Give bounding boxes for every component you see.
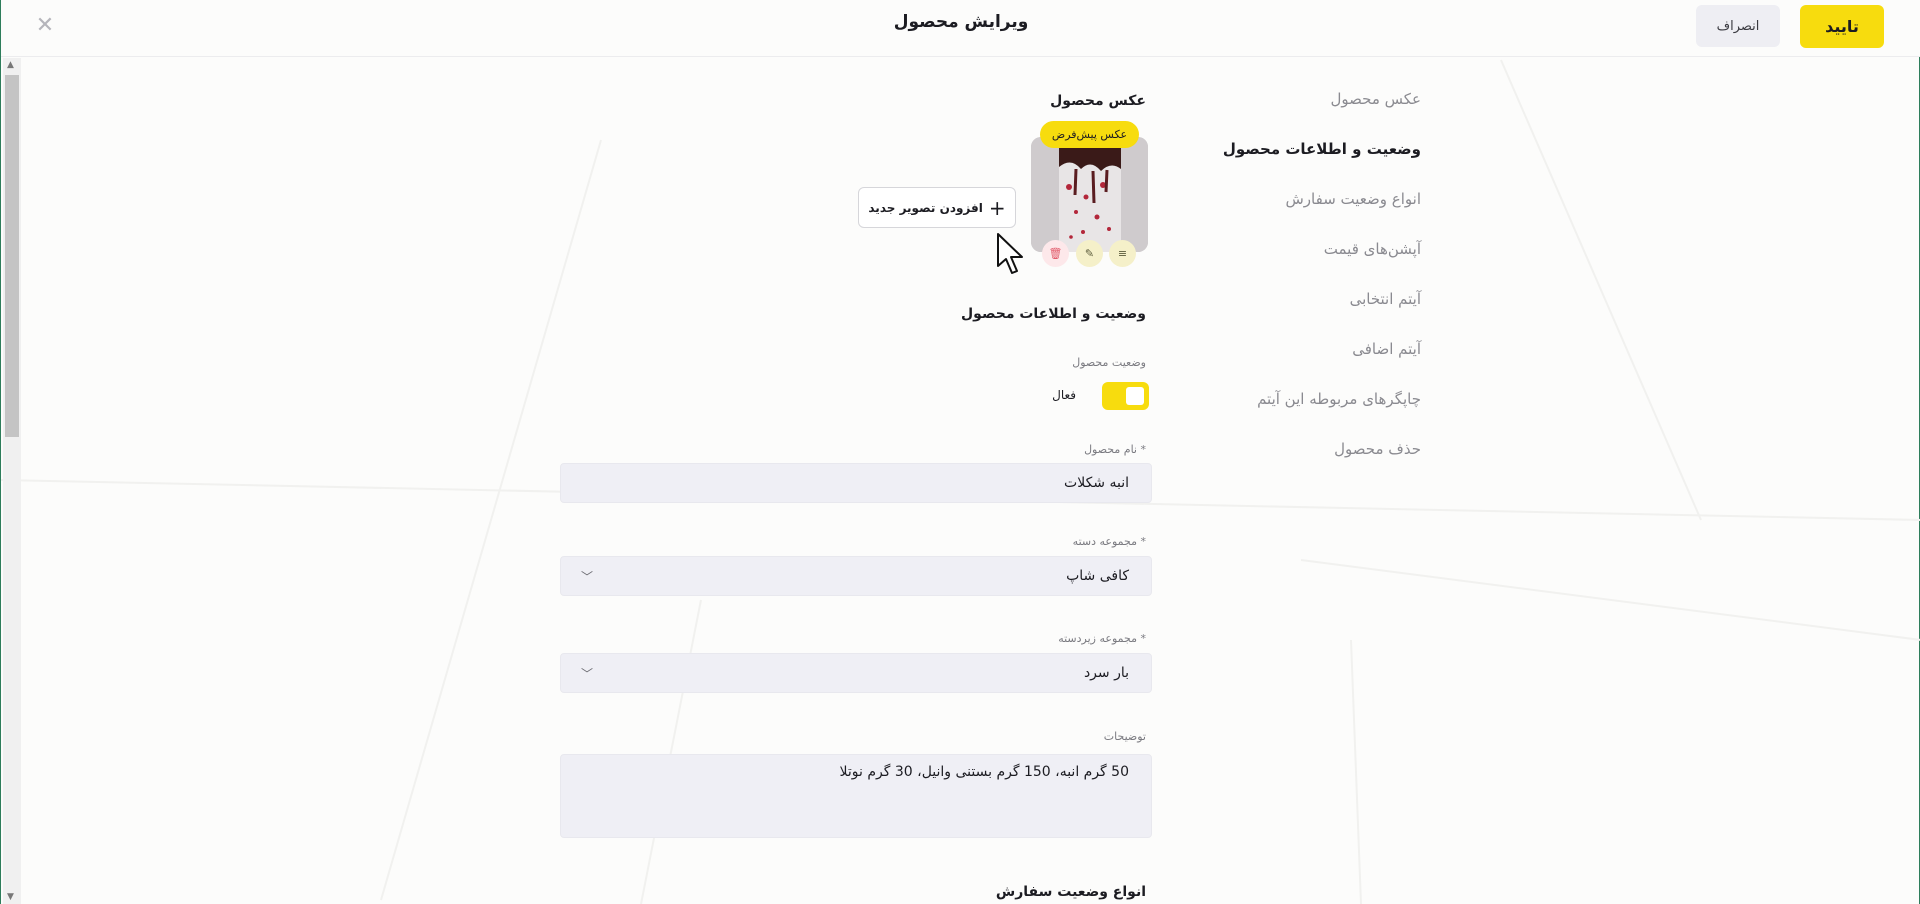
description-label: توضیحات [1103, 730, 1146, 743]
add-image-label: افزودن تصویر جدید [868, 200, 983, 215]
photo-section-title: عکس محصول [1050, 93, 1146, 109]
default-photo-badge: عکس پیش‌فرض [1040, 121, 1139, 148]
nav-item-price-options[interactable]: آپشن‌های قیمت [1191, 240, 1421, 290]
add-image-button[interactable]: + افزودن تصویر جدید [858, 187, 1016, 228]
category-value: کافی شاپ [1066, 568, 1129, 584]
status-label: وضعیت محصول [1072, 356, 1146, 369]
toggle-knob [1126, 387, 1144, 405]
chevron-down-icon: ﹀ [581, 667, 594, 681]
name-label: نام محصول * [1084, 443, 1146, 456]
chevron-down-icon: ﹀ [581, 570, 594, 584]
nav-item-printers[interactable]: چاپگرهای مربوطه این آیتم [1191, 390, 1421, 440]
description-textarea[interactable]: 50 گرم انبه، 150 گرم بستنی وانیل، 30 گرم… [560, 754, 1152, 838]
scroll-up-icon[interactable]: ▲ [7, 60, 14, 70]
status-toggle[interactable] [1102, 382, 1149, 410]
category-label: مجموعه دسته * [1072, 535, 1146, 548]
nav-item-product-photo[interactable]: عکس محصول [1191, 90, 1422, 140]
category-select[interactable]: کافی شاپ ﹀ [560, 556, 1152, 596]
nav-item-extra-item[interactable]: آیتم اضافی [1191, 340, 1421, 390]
scroll-down-icon[interactable]: ▼ [7, 892, 14, 902]
plus-icon: + [988, 195, 1006, 220]
scroll-thumb[interactable] [5, 75, 19, 437]
subcategory-select[interactable]: بار سرد ﹀ [560, 653, 1152, 693]
info-section-title: وضعیت و اطلاعات محصول [961, 306, 1146, 322]
reorder-photo-icon[interactable]: ≡ [1109, 240, 1136, 267]
page-title: ویرایش محصول [893, 12, 1029, 32]
section-nav: عکس محصول وضعیت و اطلاعات محصول انواع وض… [1191, 90, 1421, 490]
nav-item-delete-product[interactable]: حذف محصول [1191, 440, 1421, 490]
confirm-button[interactable]: تایید [1800, 5, 1884, 48]
order-section-title: انواع وضعیت سفارش [995, 884, 1146, 900]
mouse-cursor-icon [997, 233, 1023, 274]
nav-item-product-info[interactable]: وضعیت و اطلاعات محصول [1191, 140, 1421, 190]
subcategory-value: بار سرد [1083, 665, 1129, 681]
status-value: فعال [1052, 388, 1076, 402]
product-name-input[interactable]: انبه شکلات [560, 463, 1152, 503]
product-photo[interactable] [1031, 137, 1148, 252]
dialog-header: ✕ ویرایش محصول انصراف تایید [1, 0, 1920, 57]
vertical-scrollbar[interactable]: ▲ ▼ [3, 58, 21, 904]
nav-item-selectable-item[interactable]: آیتم انتخابی [1191, 290, 1421, 340]
nav-item-order-status-types[interactable]: انواع وضعیت سفارش [1191, 190, 1422, 240]
cancel-button[interactable]: انصراف [1696, 5, 1780, 47]
delete-photo-icon[interactable]: 🗑 [1042, 240, 1069, 267]
subcategory-label: مجموعه زیردسته * [1058, 632, 1146, 645]
edit-photo-icon[interactable]: ✎ [1076, 240, 1103, 267]
